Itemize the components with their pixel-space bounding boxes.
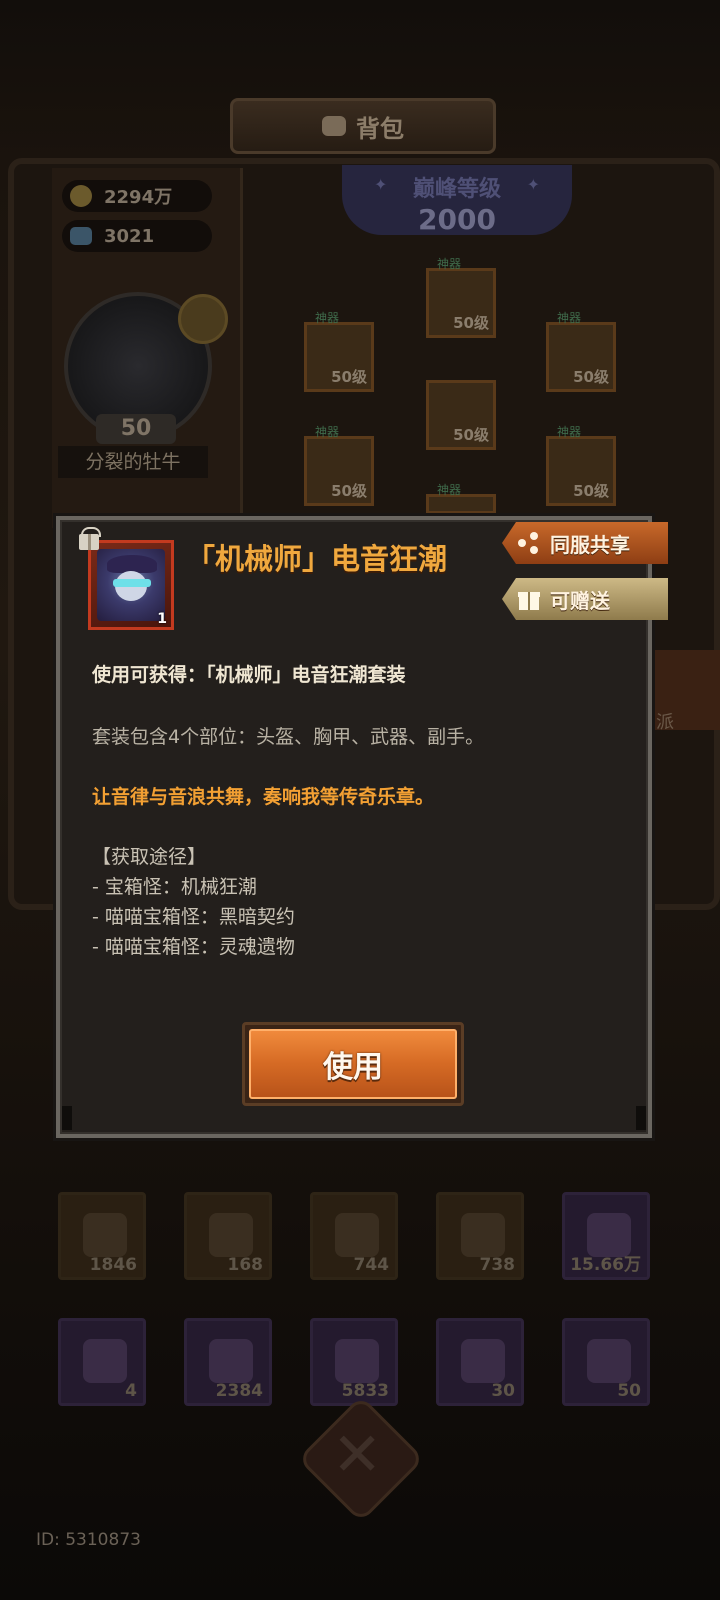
share-button-label: 同服共享 bbox=[550, 532, 630, 557]
gold-value: 2294万 bbox=[104, 187, 173, 208]
star-icon: ✦ bbox=[374, 175, 388, 194]
inventory-item[interactable]: 30 bbox=[436, 1318, 524, 1406]
equipment-slot[interactable]: 神器 50级 bbox=[304, 425, 374, 506]
inventory-item[interactable]: 168 bbox=[184, 1192, 272, 1280]
bag-icon bbox=[322, 116, 346, 136]
gift-ribbon bbox=[88, 534, 91, 550]
star-icon: ✦ bbox=[526, 175, 540, 194]
slot-level: 50级 bbox=[331, 368, 367, 386]
slot-level: 50级 bbox=[573, 368, 609, 386]
swap-avatar-icon[interactable] bbox=[178, 294, 228, 344]
item-count: 738 bbox=[479, 1255, 516, 1275]
mechanic-character-icon bbox=[97, 549, 165, 621]
peak-level-value: 2000 bbox=[418, 203, 496, 236]
item-count: 168 bbox=[227, 1255, 264, 1275]
gift-button-label: 可赠送 bbox=[550, 588, 610, 613]
giftable-button[interactable]: 可赠送 bbox=[502, 578, 668, 620]
player-id: ID: 5310873 bbox=[36, 1530, 141, 1550]
reward-text: 使用可获得：「机械师」电音狂潮套装 bbox=[92, 664, 406, 686]
item-count: 2384 bbox=[215, 1381, 263, 1401]
item-count: 1846 bbox=[89, 1255, 137, 1275]
source-header: 【获取途径】 bbox=[92, 846, 207, 868]
slot-tag: 神器 bbox=[437, 483, 462, 497]
equipment-slot[interactable]: 神器 50级 bbox=[426, 257, 496, 338]
inventory-item[interactable]: 5833 bbox=[310, 1318, 398, 1406]
player-level: 50 bbox=[96, 414, 176, 444]
equipment-slot[interactable]: 神器 50级 bbox=[546, 311, 616, 392]
item-count: 4 bbox=[125, 1381, 137, 1401]
inventory-item[interactable]: 4 bbox=[58, 1318, 146, 1406]
use-button[interactable]: 使用 bbox=[242, 1022, 464, 1106]
slot-level: 50级 bbox=[453, 314, 489, 332]
item-icon bbox=[83, 1339, 127, 1383]
item-icon bbox=[587, 1339, 631, 1383]
set-parts-text: 套装包含4个部位：头盔、胸甲、武器、副手。 bbox=[92, 726, 485, 748]
side-tab-label: 派 bbox=[656, 712, 674, 733]
equipment-slot[interactable]: 神器 50级 bbox=[304, 311, 374, 392]
item-title: 「机械师」电音狂潮 bbox=[186, 542, 448, 576]
side-tab[interactable]: 派 bbox=[646, 650, 720, 733]
player-name: 分裂的牡牛 bbox=[58, 446, 208, 478]
slot-tag: 神器 bbox=[437, 257, 462, 271]
share-server-button[interactable]: 同服共享 bbox=[502, 522, 668, 564]
inventory-item[interactable]: 15.66万 bbox=[562, 1192, 650, 1280]
item-count: 5833 bbox=[341, 1381, 389, 1401]
source-item: - 宝箱怪：机械狂潮 bbox=[92, 876, 257, 898]
slot-tag: 神器 bbox=[315, 311, 340, 325]
item-icon bbox=[209, 1339, 253, 1383]
equipment-slot[interactable]: 神器 50级 bbox=[546, 425, 616, 506]
item-icon bbox=[461, 1213, 505, 1257]
slot-tag: 神器 bbox=[557, 311, 582, 325]
corner-decoration bbox=[62, 1106, 72, 1130]
inventory-item[interactable]: 2384 bbox=[184, 1318, 272, 1406]
slot-tag: 神器 bbox=[557, 425, 582, 439]
corner-decoration bbox=[636, 1106, 646, 1130]
slot-level: 50级 bbox=[331, 482, 367, 500]
close-icon: ✕ bbox=[332, 1420, 383, 1490]
item-icon bbox=[335, 1213, 379, 1257]
use-button-label: 使用 bbox=[323, 1050, 383, 1085]
gold-coin-icon bbox=[70, 185, 92, 207]
source-item: - 喵喵宝箱怪：灵魂遗物 bbox=[92, 936, 295, 958]
slot-level: 50级 bbox=[453, 426, 489, 444]
gift-icon bbox=[518, 588, 540, 610]
slot-level: 50级 bbox=[573, 482, 609, 500]
header-title: 背包 bbox=[356, 114, 404, 143]
diamond-icon bbox=[70, 227, 92, 245]
item-count: 50 bbox=[617, 1381, 641, 1401]
visor-shape bbox=[113, 579, 151, 587]
gold-counter[interactable]: 2294万 bbox=[62, 180, 212, 212]
item-icon bbox=[335, 1339, 379, 1383]
item-count: 30 bbox=[491, 1381, 515, 1401]
inventory-item[interactable]: 744 bbox=[310, 1192, 398, 1280]
header-banner: 背包 bbox=[230, 98, 496, 154]
inventory-item[interactable]: 738 bbox=[436, 1192, 524, 1280]
item-icon bbox=[461, 1339, 505, 1383]
use-button-face: 使用 bbox=[249, 1029, 457, 1099]
inventory-item[interactable]: 1846 bbox=[58, 1192, 146, 1280]
equipment-slot[interactable]: 神器 bbox=[426, 483, 496, 514]
item-icon bbox=[83, 1213, 127, 1257]
peak-level-banner: ✦ ✦ 巅峰等级 2000 bbox=[342, 165, 572, 236]
diamond-value: 3021 bbox=[104, 225, 155, 247]
diamond-counter[interactable]: 3021 bbox=[62, 220, 212, 252]
equipment-slot[interactable]: 50级 bbox=[426, 380, 496, 450]
item-quantity: 1 bbox=[157, 611, 167, 627]
inventory-item[interactable]: 50 bbox=[562, 1318, 650, 1406]
share-icon bbox=[518, 532, 540, 554]
item-count: 744 bbox=[353, 1255, 390, 1275]
flavor-text: 让音律与音浪共舞，奏响我等传奇乐章。 bbox=[92, 786, 435, 808]
item-portrait: 1 bbox=[88, 540, 174, 630]
slot-tag: 神器 bbox=[315, 425, 340, 439]
source-item: - 喵喵宝箱怪：黑暗契约 bbox=[92, 906, 295, 928]
item-icon bbox=[209, 1213, 253, 1257]
gift-icon bbox=[78, 526, 101, 550]
item-count: 15.66万 bbox=[570, 1255, 641, 1275]
